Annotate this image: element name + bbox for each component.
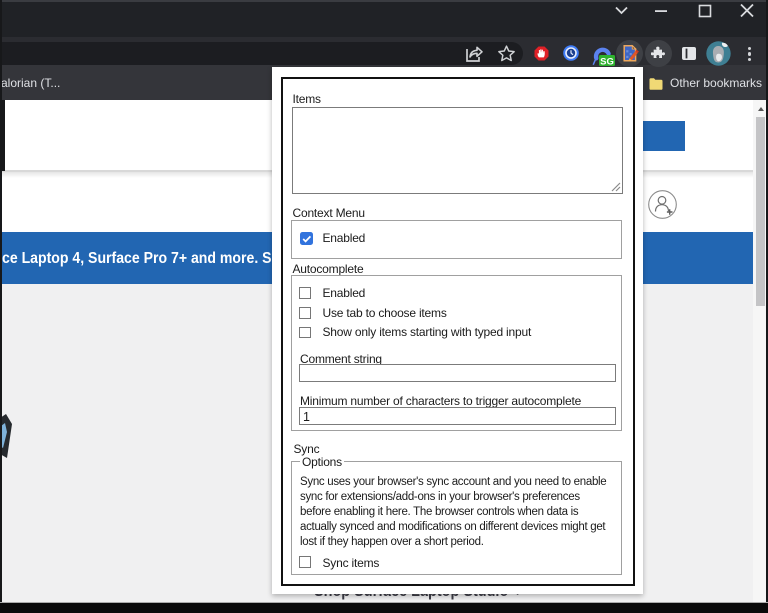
svg-text:SG: SG bbox=[600, 56, 614, 67]
